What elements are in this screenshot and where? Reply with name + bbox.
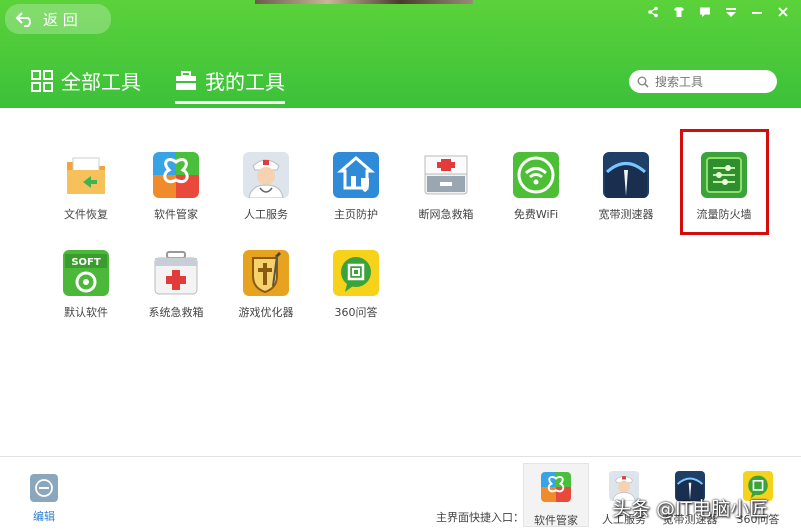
quick-item-software-manager[interactable]: 软件管家 (523, 463, 589, 527)
tool-free-wifi[interactable]: 免费WiFi (491, 152, 581, 222)
close-icon[interactable] (777, 6, 789, 18)
back-arrow-icon (15, 12, 31, 27)
top-photo-strip (255, 0, 473, 4)
broadband-speed-test-icon (603, 152, 649, 198)
tab-my-tools[interactable]: 我的工具 (175, 66, 285, 104)
skin-icon[interactable] (673, 6, 685, 18)
edit-button[interactable]: 编辑 (30, 474, 60, 524)
tool-homepage-protection[interactable]: 主页防护 (311, 152, 401, 222)
software-manager-icon (153, 152, 199, 198)
tool-software-manager[interactable]: 软件管家 (131, 152, 221, 222)
tool-default-software[interactable]: SOFT 默认软件 (41, 250, 131, 320)
svg-text:SOFT: SOFT (71, 257, 101, 268)
tool-manual-service[interactable]: 人工服务 (221, 152, 311, 222)
briefcase-icon (176, 70, 196, 90)
software-manager-icon (541, 472, 571, 502)
tool-label: 软件管家 (154, 208, 198, 221)
system-first-aid-icon (153, 250, 199, 296)
tool-label: 宽带测速器 (598, 208, 654, 221)
highlight-box (680, 129, 769, 235)
tab-all-tools-label: 全部工具 (61, 70, 141, 94)
tool-label: 免费WiFi (513, 208, 559, 221)
minus-circle-icon (30, 474, 58, 502)
search-input[interactable] (655, 74, 765, 89)
grid-icon (31, 69, 53, 92)
tool-file-recovery[interactable]: 文件恢复 (41, 152, 131, 222)
minimize-icon[interactable] (751, 6, 763, 18)
free-wifi-icon (513, 152, 559, 198)
tool-label: 默认软件 (64, 306, 108, 319)
tab-my-tools-label: 我的工具 (205, 70, 285, 94)
tool-label: 游戏优化器 (238, 306, 294, 319)
tab-all-tools[interactable]: 全部工具 (31, 66, 141, 95)
quick-item-label: 软件管家 (534, 514, 578, 527)
tool-label: 人工服务 (244, 208, 288, 221)
search-box[interactable] (629, 70, 777, 93)
manual-service-icon (243, 152, 289, 198)
tool-game-optimizer[interactable]: 游戏优化器 (221, 250, 311, 320)
tool-label: 系统急救箱 (148, 306, 204, 319)
edit-label: 编辑 (33, 510, 55, 523)
header-bar: 返 回 全部工具 我的工具 搜索工具 (0, 0, 801, 108)
tool-label: 文件恢复 (64, 208, 108, 221)
homepage-protection-icon (333, 152, 379, 198)
footer-divider (0, 456, 801, 457)
back-label: 返 回 (43, 10, 78, 29)
message-icon[interactable] (699, 6, 711, 18)
network-first-aid-icon (423, 152, 469, 198)
qa-360-icon (333, 250, 379, 296)
tool-360-qa[interactable]: 360问答 (311, 250, 401, 320)
default-software-icon: SOFT (63, 250, 109, 296)
tool-system-first-aid[interactable]: 系统急救箱 (131, 250, 221, 320)
search-icon (637, 76, 649, 88)
file-recovery-icon (63, 152, 109, 198)
game-optimizer-icon (243, 250, 289, 296)
quick-entry-label: 主界面快捷入口： (436, 511, 524, 524)
watermark-text: 头条 @IT电脑小匠 (612, 498, 769, 520)
menu-icon[interactable] (725, 6, 737, 18)
share-icon[interactable] (647, 6, 659, 18)
window-controls (647, 6, 789, 18)
tool-label: 主页防护 (334, 208, 378, 221)
tool-network-first-aid[interactable]: 断网急救箱 (401, 152, 491, 222)
back-button[interactable]: 返 回 (5, 4, 111, 34)
tool-label: 断网急救箱 (418, 208, 474, 221)
tool-broadband-speed-test[interactable]: 宽带测速器 (581, 152, 671, 222)
tool-label: 360问答 (334, 306, 378, 319)
